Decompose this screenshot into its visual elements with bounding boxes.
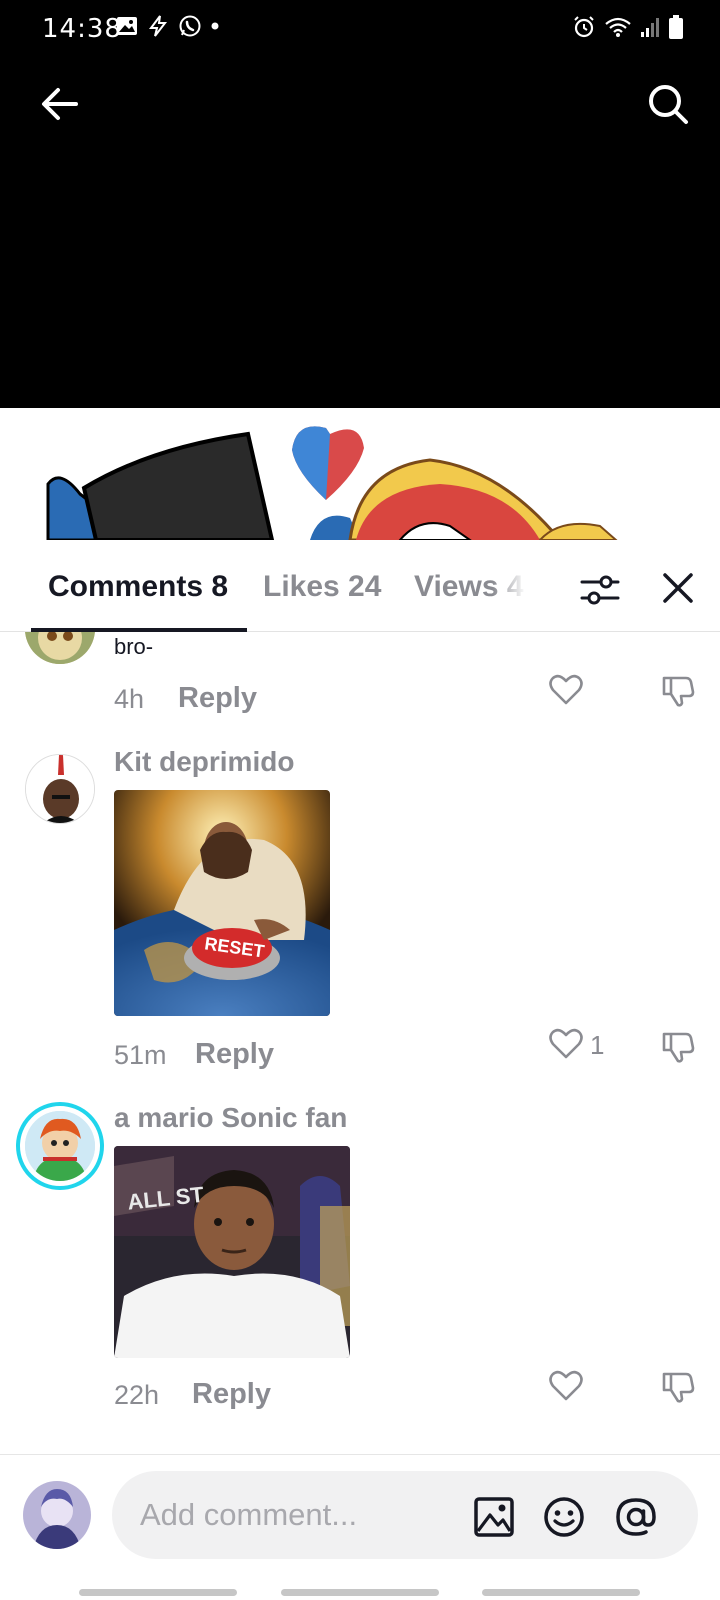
avatar[interactable] <box>25 1111 95 1181</box>
current-user-avatar[interactable] <box>23 1481 91 1549</box>
comment-text: bro- <box>114 634 154 659</box>
reply-button[interactable]: Reply <box>195 1038 274 1071</box>
sliders-icon[interactable] <box>580 570 620 610</box>
video-preview-strip[interactable] <box>0 408 720 540</box>
comments-list[interactable]: bro- 4h Reply Kit deprimido RESET 51m Re… <box>0 632 720 1454</box>
signal-icon <box>641 18 659 37</box>
comment-image[interactable]: RESET <box>114 790 330 1016</box>
heart-icon[interactable] <box>548 1026 584 1062</box>
nav-home-bar[interactable] <box>281 1589 439 1596</box>
video-player-area[interactable] <box>0 0 720 408</box>
back-button[interactable] <box>36 80 84 128</box>
emoji-icon[interactable] <box>542 1495 586 1539</box>
comment-composer: Add comment... <box>0 1454 720 1600</box>
whatsapp-icon <box>179 15 201 37</box>
tab-likes[interactable]: Likes 24 <box>263 570 381 604</box>
search-button[interactable] <box>644 80 692 128</box>
comment-username[interactable]: Kit deprimido <box>114 746 294 778</box>
flash-icon <box>149 15 168 37</box>
status-time: 14:38 <box>42 14 122 44</box>
like-count: 1 <box>590 1030 605 1060</box>
comment-input-placeholder: Add comment... <box>140 1497 358 1532</box>
comment-time: 4h <box>114 684 145 714</box>
comment-time: 22h <box>114 1380 160 1410</box>
nav-recents-bar[interactable] <box>79 1589 237 1596</box>
close-icon[interactable] <box>660 570 696 606</box>
tab-comments[interactable]: Comments 8 <box>48 570 228 604</box>
image-icon[interactable] <box>472 1495 516 1539</box>
heart-icon[interactable] <box>548 1368 584 1404</box>
status-bar: 14:38 <box>0 0 720 60</box>
reply-button[interactable]: Reply <box>192 1378 271 1411</box>
gallery-icon <box>117 17 137 35</box>
avatar[interactable] <box>25 632 95 664</box>
battery-icon <box>669 15 683 39</box>
video-preview-illustration <box>46 426 618 540</box>
heart-icon[interactable] <box>548 672 584 708</box>
comment-username[interactable]: a mario Sonic fan <box>114 1102 347 1134</box>
dot-icon <box>211 22 219 30</box>
alarm-icon <box>574 16 594 38</box>
comment-image[interactable]: ALL ST <box>114 1146 350 1358</box>
comment-time: 51m <box>114 1040 167 1070</box>
at-icon[interactable] <box>614 1495 658 1539</box>
comments-tab-bar: Comments 8 Likes 24 Views 4 <box>0 540 720 632</box>
nav-back-bar[interactable] <box>482 1589 640 1596</box>
dislike-icon[interactable] <box>660 1028 696 1064</box>
reply-button[interactable]: Reply <box>178 682 257 715</box>
avatar[interactable] <box>25 754 95 824</box>
wifi-icon <box>605 17 631 37</box>
dislike-icon[interactable] <box>660 672 696 708</box>
dislike-icon[interactable] <box>660 1368 696 1404</box>
tab-views[interactable]: Views 4 <box>414 570 526 604</box>
comment-input[interactable]: Add comment... <box>112 1471 698 1559</box>
